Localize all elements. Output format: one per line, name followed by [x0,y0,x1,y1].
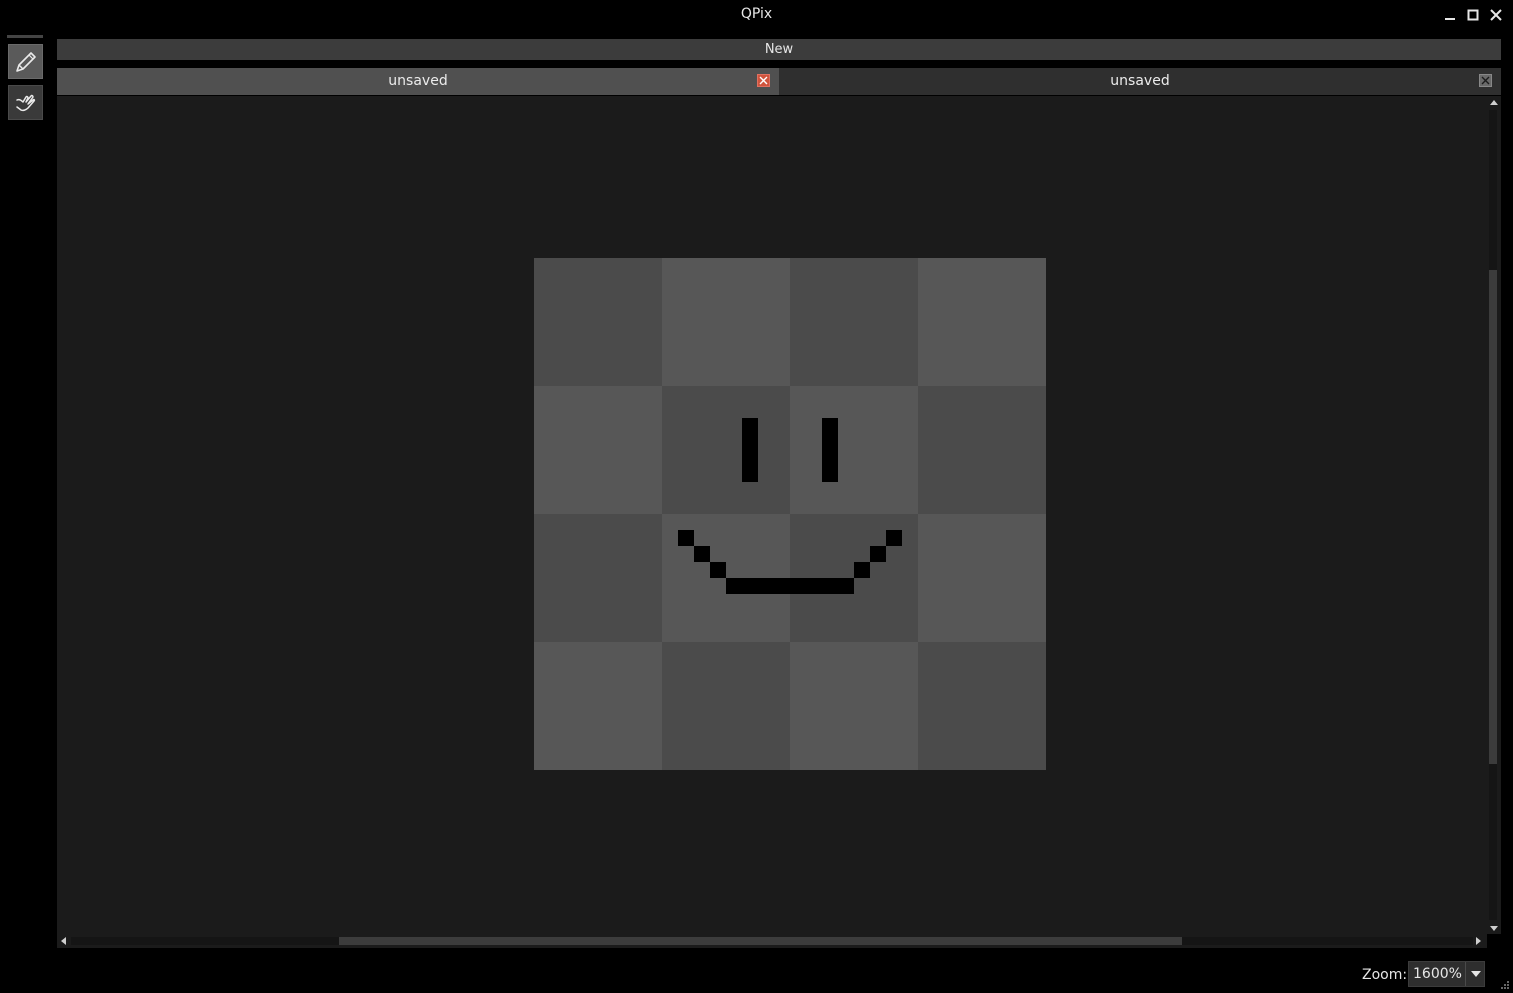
mouth-pixel [710,562,726,578]
mouth-pixel [726,578,854,594]
window-title: QPix [740,6,773,22]
canvas-viewport[interactable] [57,96,1487,934]
checker-cell [662,642,790,770]
checker-cell [534,514,662,642]
maximize-icon [1467,9,1479,21]
zoom-label: Zoom: [1362,967,1408,983]
zoom-dropdown-button[interactable] [1465,962,1486,986]
resize-grip-icon[interactable] [1496,978,1510,990]
scroll-up-icon[interactable] [1490,100,1498,105]
scroll-right-icon[interactable] [1476,937,1481,945]
checker-cell [662,258,790,386]
close-icon [1490,9,1502,21]
horizontal-scrollbar[interactable] [57,934,1487,948]
pan-tool-button[interactable] [8,85,43,120]
toolbar-handle [7,35,43,38]
checker-cell [918,386,1046,514]
mouth-pixel [678,530,694,546]
minimize-icon [1445,18,1455,20]
checker-cell [790,258,918,386]
scroll-thumb[interactable] [1489,270,1497,764]
new-button[interactable]: New [57,39,1501,60]
checker-cell [790,642,918,770]
tool-bar [0,32,50,993]
scroll-thumb[interactable] [339,937,1182,945]
checker-cell [534,642,662,770]
checker-cell [918,514,1046,642]
checker-cell [534,258,662,386]
zoom-select[interactable]: 1600% [1408,961,1485,987]
pencil-tool-button[interactable] [8,44,43,79]
scroll-left-icon[interactable] [61,937,66,945]
maximize-button[interactable] [1464,6,1482,24]
mouth-pixel [870,546,886,562]
hand-icon [15,94,35,111]
chevron-down-icon [1471,971,1481,977]
mouth-pixel [854,562,870,578]
checker-cell [918,258,1046,386]
close-icon [759,76,768,85]
tab-close-button[interactable] [757,74,770,87]
minimize-button[interactable] [1441,6,1459,24]
mouth-pixel [694,546,710,562]
tab-label: unsaved [388,73,448,89]
right-eye-pixels [822,418,838,482]
checker-cell [790,386,918,514]
pencil-icon [15,51,36,72]
status-bar: Zoom: 1600% [0,950,1513,993]
tab-unsaved-2[interactable]: unsaved [779,68,1501,95]
checker-cell [918,642,1046,770]
scroll-down-icon[interactable] [1490,926,1498,931]
tab-unsaved-1[interactable]: unsaved [57,68,779,95]
tab-close-button[interactable] [1479,74,1492,87]
checker-cell [662,386,790,514]
vertical-scrollbar[interactable] [1487,96,1501,934]
close-icon [1481,76,1490,85]
zoom-value: 1600% [1413,966,1462,982]
close-window-button[interactable] [1487,6,1505,24]
left-eye-pixels [742,418,758,482]
checker-cell [534,386,662,514]
mouth-pixel [886,530,902,546]
title-bar: QPix [0,0,1513,32]
pixel-canvas[interactable] [534,258,1046,770]
tab-label: unsaved [1110,73,1170,89]
